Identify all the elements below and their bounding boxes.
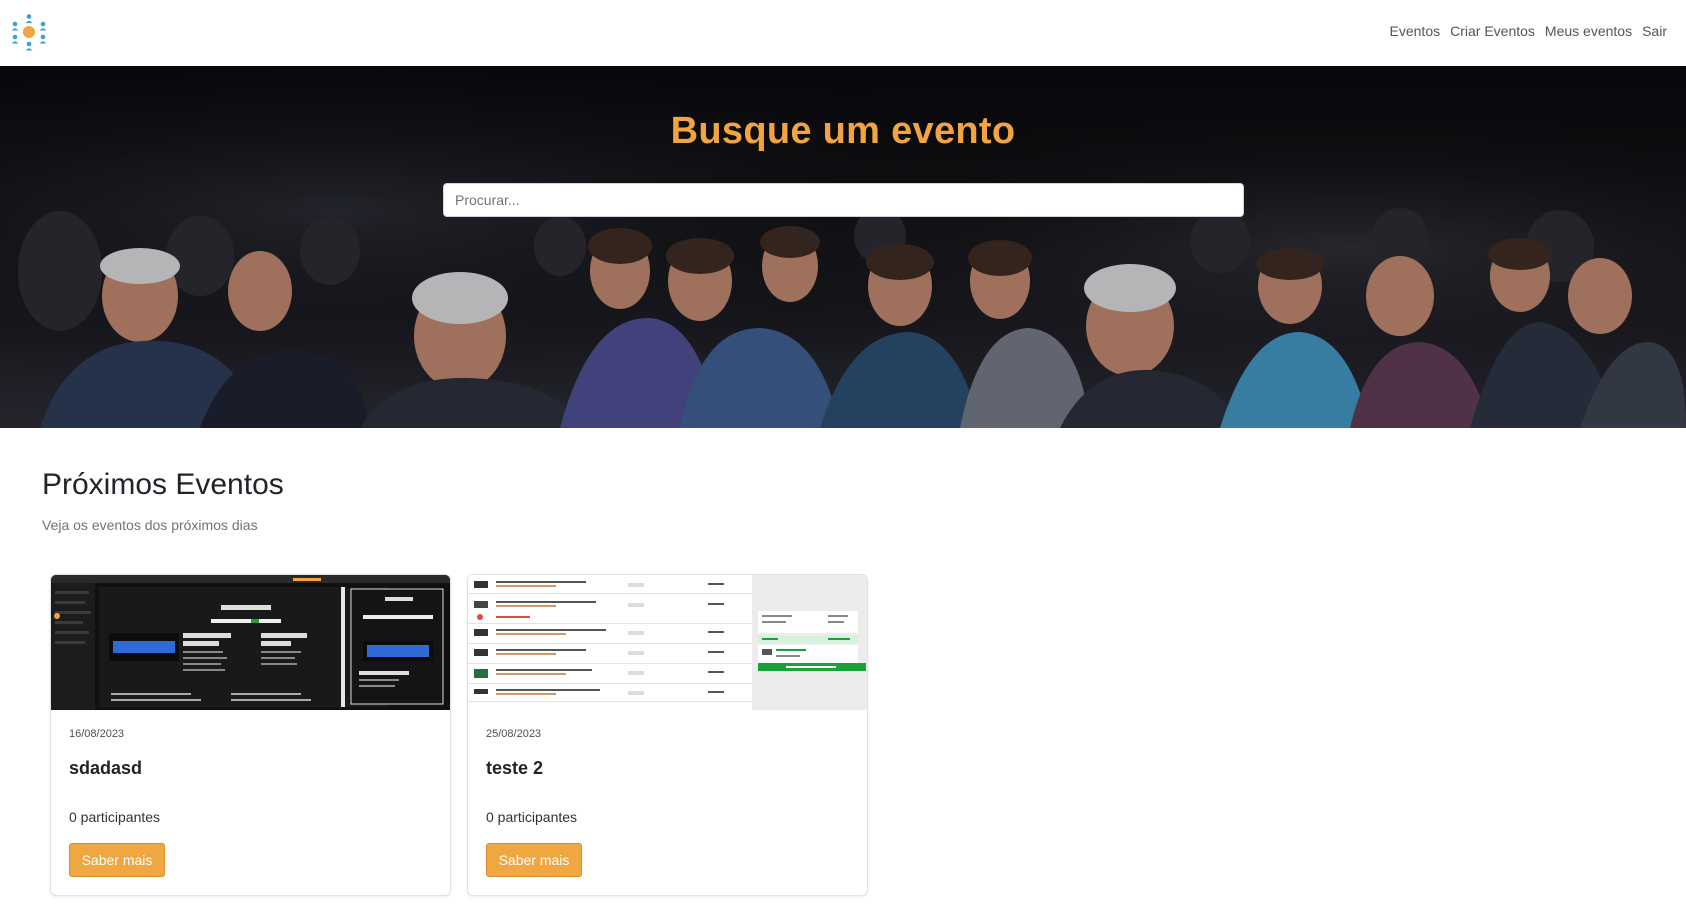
event-thumbnail[interactable] <box>468 575 867 710</box>
nav-link-meus-eventos[interactable]: Meus eventos <box>1545 21 1632 41</box>
search-input[interactable] <box>443 183 1244 217</box>
saber-mais-button[interactable]: Saber mais <box>69 843 165 877</box>
event-title: sdadasd <box>69 758 143 778</box>
event-title: teste 2 <box>486 758 544 778</box>
navbar: Eventos Criar Eventos Meus eventos Sair <box>0 0 1686 66</box>
event-card: 25/08/2023 teste 2 0 participantes Saber… <box>467 574 868 896</box>
people-network-logo-icon[interactable] <box>10 13 48 51</box>
nav-link-sair[interactable]: Sair <box>1642 21 1667 41</box>
section-subtitle: Veja os eventos dos próximos dias <box>42 517 258 533</box>
event-participants: 0 participantes <box>69 809 161 825</box>
hero-banner: Busque um evento <box>0 66 1686 428</box>
saber-mais-button[interactable]: Saber mais <box>486 843 582 877</box>
event-thumbnail[interactable] <box>51 575 450 710</box>
event-card: 16/08/2023 sdadasd 0 participantes Saber… <box>50 574 451 896</box>
nav-links: Eventos Criar Eventos Meus eventos Sair <box>1390 21 1667 41</box>
event-date: 16/08/2023 <box>69 728 125 740</box>
hero-title: Busque um evento <box>670 110 1016 152</box>
nav-link-criar-eventos[interactable]: Criar Eventos <box>1450 21 1535 41</box>
event-participants: 0 participantes <box>486 809 578 825</box>
nav-link-eventos[interactable]: Eventos <box>1390 21 1441 41</box>
event-date: 25/08/2023 <box>486 728 542 740</box>
section-title: Próximos Eventos <box>42 468 284 501</box>
